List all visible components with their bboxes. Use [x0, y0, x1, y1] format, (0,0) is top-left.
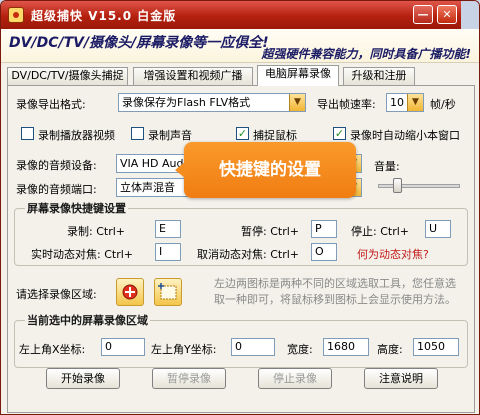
- width-label: 宽度:: [287, 343, 313, 356]
- app-window: 超级捕快 V15.0 白金版 — ✕ DV/DC/TV/摄像头/屏幕录像等一应俱…: [0, 0, 480, 415]
- format-value: 录像保存为Flash FLV格式: [122, 96, 251, 109]
- dynamic-focus-help-link[interactable]: 何为动态对焦?: [357, 246, 429, 262]
- current-region-group: 当前选中的屏幕录像区域 左上角X坐标: 0 左上角Y坐标: 0 宽度: 1680…: [14, 312, 468, 368]
- volume-slider-track[interactable]: [378, 184, 460, 188]
- tab-enhanced[interactable]: 增强设置和视频广播: [133, 67, 253, 85]
- record-sound-label: 录制声音: [148, 129, 192, 142]
- notes-button[interactable]: 注意说明: [364, 368, 438, 389]
- pause-record-button[interactable]: 暂停录像: [152, 368, 226, 389]
- banner-subtitle: 超强硬件兼容能力，同时具备广播功能!: [261, 47, 471, 61]
- format-label: 录像导出格式:: [16, 98, 86, 111]
- app-logo-icon: [8, 7, 24, 23]
- audio-port-label: 录像的音频端口:: [16, 183, 97, 196]
- stop-hotkey-label: 停止: Ctrl+: [351, 225, 409, 238]
- record-sound-checkbox[interactable]: [131, 127, 144, 140]
- select-rect-icon: [158, 283, 177, 300]
- dynamic-focus-label: 实时动态对焦: Ctrl+: [31, 248, 133, 261]
- region-tip: 左边两图标是两种不同的区域选取工具，您任意选取一种即可，将鼠标移到图标上会显示使…: [214, 277, 456, 306]
- y-coord-input[interactable]: 0: [231, 338, 275, 356]
- record-hotkey-input[interactable]: E: [155, 220, 181, 238]
- auto-minimize-checkbox[interactable]: ✓: [333, 127, 346, 140]
- tab-upgrade[interactable]: 升级和注册: [343, 67, 415, 85]
- fps-unit: 帧/秒: [430, 98, 456, 111]
- banner: DV/DC/TV/摄像头/屏幕录像等一应俱全! 超强硬件兼容能力，同时具备广播功…: [1, 29, 479, 63]
- dynamic-focus-input[interactable]: I: [155, 243, 181, 261]
- tab-capture[interactable]: DV/DC/TV/摄像头捕捉: [7, 67, 128, 85]
- auto-minimize-label: 录像时自动缩小本窗口: [350, 129, 460, 142]
- capture-mouse-label: 捕捉鼠标: [253, 129, 297, 142]
- x-coord-input[interactable]: 0: [101, 338, 145, 356]
- tab-bar: DV/DC/TV/摄像头捕捉 增强设置和视频广播 电脑屏幕录像 升级和注册: [7, 65, 475, 86]
- region-label: 请选择录像区域:: [16, 288, 97, 301]
- hotkeys-group: 屏幕录像快捷键设置 录制: Ctrl+ E 暂停: Ctrl+ P 停止: Ct…: [14, 200, 468, 266]
- chevron-down-icon[interactable]: ▼: [289, 94, 305, 111]
- tab-screen-record[interactable]: 电脑屏幕录像: [257, 65, 339, 86]
- height-input[interactable]: 1050: [413, 338, 459, 356]
- current-region-title: 当前选中的屏幕录像区域: [25, 312, 150, 328]
- start-record-button[interactable]: 开始录像: [46, 368, 120, 389]
- stop-hotkey-input[interactable]: U: [425, 220, 451, 238]
- pause-hotkey-input[interactable]: P: [311, 220, 337, 238]
- fps-select[interactable]: 10 ▼: [386, 93, 424, 112]
- crosshair-icon: [122, 284, 138, 300]
- audio-device-label: 录像的音频设备:: [16, 159, 97, 172]
- close-button[interactable]: ✕: [437, 5, 457, 24]
- stop-record-button[interactable]: 停止录像: [258, 368, 332, 389]
- minimize-button[interactable]: —: [413, 5, 433, 24]
- width-input[interactable]: 1680: [323, 338, 369, 356]
- x-coord-label: 左上角X坐标:: [19, 343, 86, 356]
- audio-port-value: 立体声混音: [120, 181, 175, 194]
- region-tool-button-2[interactable]: [154, 278, 182, 306]
- format-select[interactable]: 录像保存为Flash FLV格式 ▼: [118, 93, 306, 112]
- title-bar[interactable]: 超级捕快 V15.0 白金版 — ✕: [1, 1, 479, 29]
- cancel-focus-input[interactable]: O: [311, 243, 337, 261]
- capture-mouse-checkbox[interactable]: ✓: [236, 127, 249, 140]
- region-tool-button-1[interactable]: [116, 278, 144, 306]
- hotkeys-title: 屏幕录像快捷键设置: [25, 200, 128, 216]
- record-player-checkbox[interactable]: [21, 127, 34, 140]
- hotkey-tooltip: 快捷键的设置: [175, 142, 356, 198]
- cancel-focus-label: 取消动态对焦: Ctrl+: [197, 248, 299, 261]
- chevron-down-icon[interactable]: ▼: [407, 94, 423, 111]
- record-hotkey-label: 录制: Ctrl+: [67, 225, 125, 238]
- fps-value: 10: [390, 96, 404, 109]
- height-label: 高度:: [377, 343, 403, 356]
- banner-slogan: DV/DC/TV/摄像头/屏幕录像等一应俱全!: [9, 35, 269, 51]
- y-coord-label: 左上角Y坐标:: [151, 343, 217, 356]
- window-edge: [461, 1, 479, 29]
- volume-slider-thumb[interactable]: [392, 178, 402, 193]
- window-title: 超级捕快 V15.0 白金版: [31, 9, 177, 23]
- pause-hotkey-label: 暂停: Ctrl+: [241, 225, 299, 238]
- fps-label: 导出帧速率:: [317, 98, 376, 111]
- record-player-label: 录制播放器视频: [38, 129, 115, 142]
- screen-record-panel: 录像导出格式: 录像保存为Flash FLV格式 ▼ 导出帧速率: 10 ▼ 帧…: [7, 85, 475, 413]
- volume-label: 音量:: [374, 160, 400, 173]
